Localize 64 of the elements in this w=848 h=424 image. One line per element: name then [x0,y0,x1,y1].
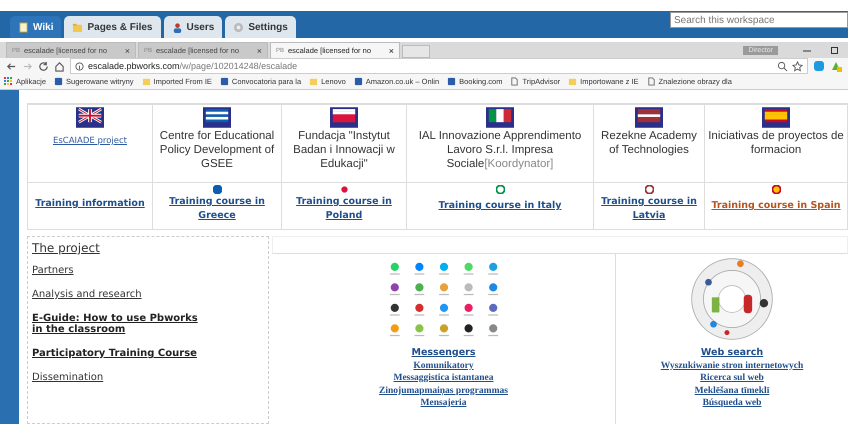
page-icon [510,77,520,86]
sidebar-link[interactable]: E-Guide: How to use Pbworks in the classroom [32,313,207,335]
flag-icon [635,107,663,128]
resource-link[interactable]: Búsqueda web [702,397,762,410]
star-icon[interactable] [792,60,803,72]
workspace-tab[interactable]: Pages & Files [64,16,160,38]
resource-link[interactable]: Messengers [412,347,476,360]
info-icon [75,62,84,70]
sidebar-link[interactable]: Partners [32,265,207,276]
folder-icon [309,77,318,86]
site-icon [54,77,64,86]
folder-icon [568,77,578,86]
resource-link[interactable]: Meklēšana tīmeklī [694,384,770,397]
partner-name: Iniciativas de proyectos de formacion [708,130,844,158]
sidebar-link[interactable]: Analysis and research [32,289,207,300]
sidebar-link[interactable]: Dissemination [32,372,207,383]
settings-icon [233,22,244,32]
page-icon [18,22,29,32]
flag-badge-icon [772,185,780,194]
flag-icon [76,107,104,128]
resource-link[interactable]: Messaggistica istantanea [393,372,494,384]
site-icon [220,77,229,86]
home-icon[interactable] [54,60,65,72]
close-tab-button[interactable]: × [388,46,394,56]
flag-icon [203,107,231,128]
page-icon [646,77,656,86]
workspace-tab[interactable]: Users [164,16,222,38]
search-field[interactable]: Search this workspace [670,12,848,28]
workspace-tab[interactable]: Wiki [10,16,62,38]
partner-name: IAL Innovazione Apprendimento Lavoro S.r.l. Impresa Sociale[Koordynator] [418,130,582,172]
flag-icon [762,107,790,128]
flag-icon [330,107,358,128]
workspace-tab[interactable]: Settings [225,16,296,38]
flag-badge-icon [496,185,504,194]
sidebar-link[interactable]: The project [32,241,207,255]
folder-icon [142,77,151,86]
partner-name: Rezekne Academy of Technologies [600,130,698,158]
flag-badge-icon [644,185,654,194]
resource-link[interactable]: Web search [700,347,764,360]
close-tab-button[interactable]: × [124,46,130,56]
partner-name: Fundacja "Instytut Badan i Innowacji w Edukacji" [292,130,396,172]
user-icon [172,22,182,32]
resource-link[interactable]: Mensajeria [420,397,466,410]
project-link[interactable]: EsCAIADE project [53,136,127,146]
apps-grid-icon [4,77,13,86]
resource-link[interactable]: Wyszukiwanie stron internetowych [660,360,804,372]
site-icon [354,77,363,86]
restore-icon[interactable] [830,45,840,55]
zoom-icon[interactable] [777,60,788,72]
extension-icon[interactable] [813,60,825,72]
flag-icon [486,107,514,128]
resource-link[interactable]: Komunikatory [413,360,474,372]
site-icon [447,77,456,86]
resource-link[interactable]: Zinojumapmaiņas programmas [379,384,508,397]
address-field[interactable]: escalade.pbworks.com/w/page/102014248/escalade [70,58,808,74]
back-icon[interactable] [6,60,17,72]
reload-icon[interactable] [38,60,49,72]
resource-link[interactable]: Ricerca sul web [700,372,764,384]
flag-badge-icon [340,185,348,194]
sidebar-link[interactable]: Participatory Training Course [32,348,207,359]
flag-badge-icon [212,185,222,194]
partner-name: Centre for Educational Policy Development of GSEE [158,130,276,172]
folder-icon [72,22,84,32]
close-tab-button[interactable]: × [256,46,262,56]
